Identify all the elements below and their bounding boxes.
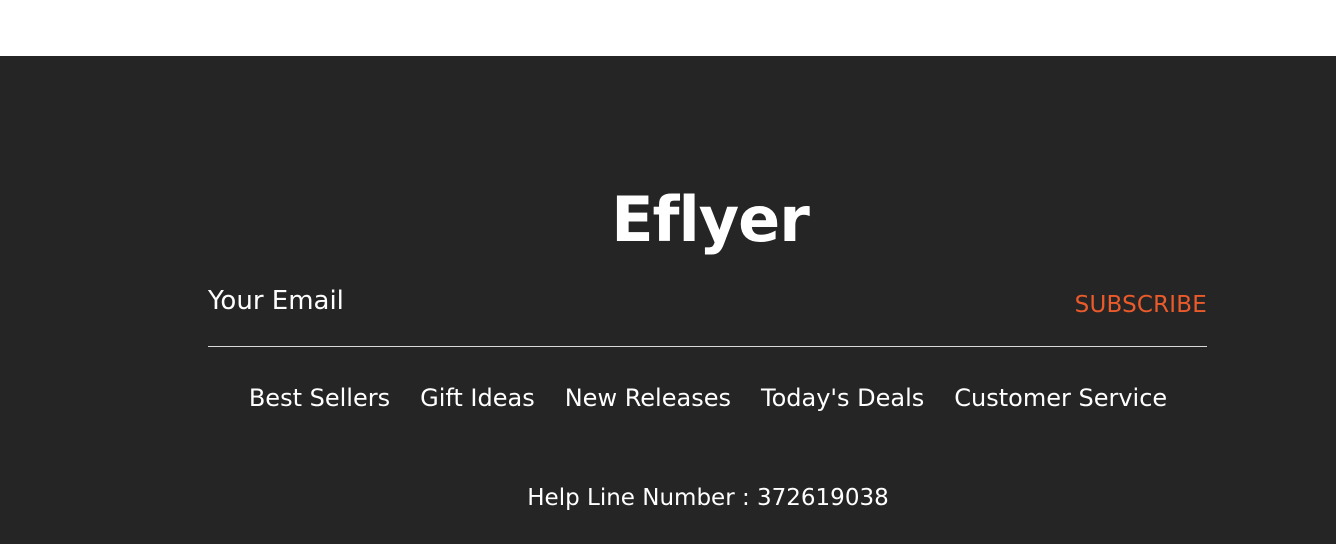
footer-link-best-sellers[interactable]: Best Sellers <box>249 380 390 416</box>
newsletter-form: SUBSCRIBE <box>208 280 1207 347</box>
top-white-area <box>0 0 1336 56</box>
eflyer-logo[interactable]: Eflyer <box>42 184 1336 256</box>
footer-link-customer-service[interactable]: Customer Service <box>954 380 1167 416</box>
subscribe-button[interactable]: SUBSCRIBE <box>1075 292 1207 318</box>
footer-link-gift-ideas[interactable]: Gift Ideas <box>420 380 535 416</box>
helpline-number: Help Line Number : 372619038 <box>527 485 889 511</box>
footer-link-todays-deals[interactable]: Today's Deals <box>761 380 924 416</box>
footer-nav: Best Sellers Gift Ideas New Releases Tod… <box>40 380 1336 416</box>
footer-link-new-releases[interactable]: New Releases <box>565 380 731 416</box>
site-footer: Eflyer SUBSCRIBE Best Sellers Gift Ideas… <box>0 56 1336 544</box>
email-input[interactable] <box>208 280 988 322</box>
